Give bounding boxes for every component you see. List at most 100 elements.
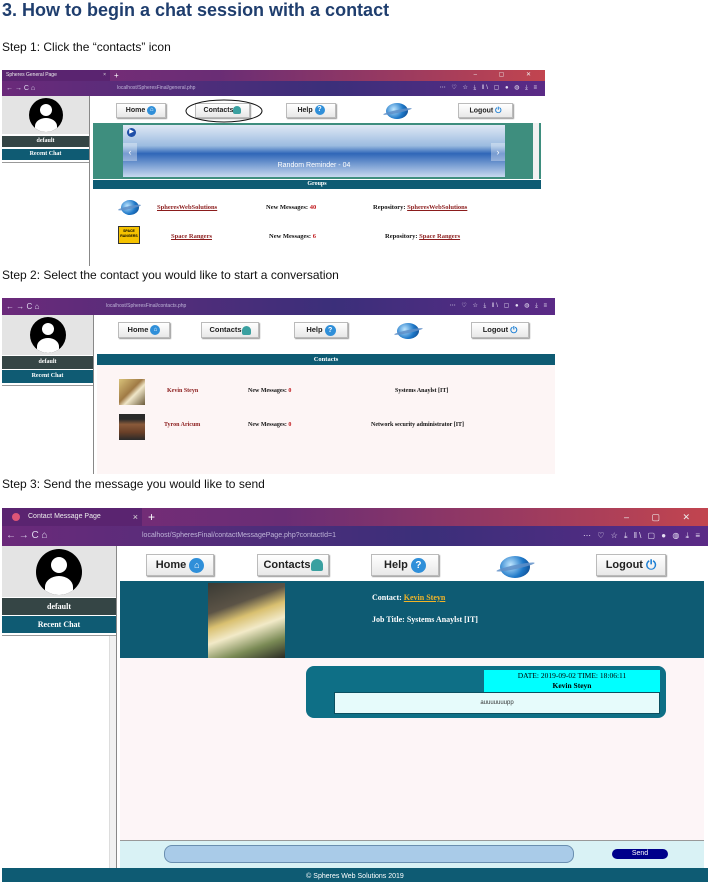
step-1-text: Step 1: Click the “contacts” icon	[2, 40, 171, 54]
address-bar[interactable]: localhost/SpheresFinal/general.php	[117, 81, 367, 96]
home-icon: ⌂	[147, 105, 157, 115]
contact-label-row: Contact: Kevin Steyn	[372, 593, 446, 602]
contact-job-title: Job Title: Systems Anaylst [IT]	[372, 615, 478, 624]
banner-image: ▶ ‹ › Random Reminder - 04	[123, 125, 505, 177]
screenshot-general-page: Spheres General Page × + – ▢ ✕ ← → C ⌂ l…	[2, 70, 545, 266]
browser-nav-buttons[interactable]: ← → C ⌂	[6, 526, 48, 546]
new-tab-icon[interactable]: +	[148, 508, 155, 526]
logout-button[interactable]: Logout ⏻	[471, 322, 529, 338]
address-bar[interactable]: localhost/SpheresFinal/contacts.php	[106, 298, 366, 315]
browser-nav-buttons[interactable]: ← → C ⌂	[6, 298, 39, 315]
profile-avatar-box	[2, 546, 116, 597]
contact-job-title: Network security administrator [IT]	[371, 422, 465, 428]
browser-toolbar-icons[interactable]: ⋯ ♡ ☆ ⤓ ‖\ ▢ ● ◍ ⤓ ≡	[450, 298, 549, 315]
window-controls[interactable]: – ▢ ✕	[624, 508, 700, 526]
contacts-header: Contacts	[97, 354, 555, 365]
repository-link[interactable]: Space Rangers	[419, 233, 460, 240]
spheres-logo-icon	[500, 556, 530, 578]
tab-favicon-icon	[12, 513, 20, 521]
banner-scrollbar[interactable]	[533, 123, 539, 179]
default-button[interactable]: default	[2, 356, 93, 369]
group-name-link[interactable]: SpheresWebSolutions	[157, 204, 217, 211]
default-button[interactable]: default	[2, 136, 89, 147]
avatar	[36, 548, 82, 595]
message-input[interactable]	[164, 845, 574, 863]
home-button[interactable]: Home ⌂	[146, 554, 214, 576]
group-sphere-icon	[121, 200, 139, 215]
home-button[interactable]: Home ⌂	[116, 103, 166, 118]
help-button[interactable]: Help ?	[294, 322, 348, 338]
group-row: SpheresWebSolutions	[157, 204, 217, 211]
compose-bar: Send	[120, 840, 704, 868]
browser-nav-bar: ← → C ⌂ localhost/SpheresFinal/general.p…	[2, 81, 545, 96]
contact-info-panel: Contact: Kevin Steyn Job Title: Systems …	[120, 581, 704, 658]
group-new-messages: New Messages: 40	[266, 204, 317, 211]
new-tab-icon[interactable]: +	[114, 70, 119, 81]
page-footer: © Spheres Web Solutions 2019	[2, 868, 708, 882]
window-controls[interactable]: – ▢ ✕	[474, 70, 541, 81]
recent-chat-list	[2, 162, 89, 266]
home-icon: ⌂	[150, 325, 161, 336]
group-repository: Repository: Space Rangers	[385, 233, 461, 240]
carousel-next-icon[interactable]: ›	[491, 143, 505, 161]
logout-button[interactable]: Logout ⏻	[458, 103, 513, 118]
help-button[interactable]: Help ?	[286, 103, 336, 118]
profile-avatar-box	[2, 96, 89, 134]
message-header: DATE: 2019-09-02 TIME: 18:06:11 Kevin St…	[484, 670, 660, 692]
help-icon: ?	[324, 324, 336, 336]
contact-name-link[interactable]: Kevin Steyn	[404, 593, 446, 602]
close-tab-icon[interactable]: ×	[133, 508, 138, 526]
contacts-icon	[310, 559, 323, 572]
address-bar[interactable]: localhost/SpheresFinal/contactMessagePag…	[142, 526, 442, 546]
help-icon: ?	[314, 105, 325, 116]
browser-toolbar-icons[interactable]: ⋯ ♡ ☆ ⤓ ‖\ ▢ ● ◍ ⤓ ≡	[440, 81, 539, 96]
screenshot-contact-message-page: Contact Message Page × + – ▢ ✕ ← → C ⌂ l…	[2, 508, 708, 882]
group-row: Space Rangers	[171, 233, 212, 240]
sidebar: default Recent Chat	[2, 96, 90, 266]
home-icon: ⌂	[189, 557, 205, 573]
section-heading: 3. How to begin a chat session with a co…	[2, 0, 390, 20]
browser-tab[interactable]: Spheres General Page ×	[2, 70, 110, 81]
play-icon[interactable]: ▶	[127, 128, 136, 137]
contact-photo	[208, 583, 285, 658]
home-button[interactable]: Home ⌂	[118, 322, 170, 338]
contacts-button[interactable]: Contacts	[201, 322, 259, 338]
browser-tab-bar: Contact Message Page × + – ▢ ✕	[2, 508, 708, 526]
message-date-time: DATE: 2019-09-02 TIME: 18:06:11	[517, 671, 627, 680]
message-body: auuuuuuupp	[334, 692, 660, 714]
contacts-highlight-circle	[185, 99, 263, 123]
banner-frame: ▶ ‹ › Random Reminder - 04	[93, 123, 541, 179]
help-button[interactable]: Help ?	[371, 554, 439, 576]
browser-tab[interactable]: Contact Message Page ×	[2, 508, 142, 526]
contact-name-link[interactable]: Kevin Steyn	[167, 388, 198, 394]
contact-name-link[interactable]: Tyron Aricum	[164, 422, 200, 428]
browser-nav-bar: ← → C ⌂ localhost/SpheresFinal/contactMe…	[2, 526, 708, 546]
power-icon: ⏻	[495, 106, 502, 115]
repository-link[interactable]: SpheresWebSolutions	[407, 204, 467, 211]
spheres-logo-icon	[397, 323, 419, 339]
browser-nav-bar: ← → C ⌂ localhost/SpheresFinal/contacts.…	[2, 298, 555, 315]
browser-toolbar-icons[interactable]: ⋯ ♡ ☆ ⤓ ‖\ ▢ ● ◍ ⤓ ≡	[583, 526, 702, 546]
browser-tab-bar: Spheres General Page × + – ▢ ✕	[2, 70, 545, 81]
profile-avatar-box	[2, 315, 93, 355]
contacts-button[interactable]: Contacts	[257, 554, 329, 576]
send-button[interactable]: Send	[612, 849, 668, 859]
recent-chat-list	[2, 635, 116, 868]
logout-button[interactable]: Logout ⏻	[596, 554, 666, 576]
browser-nav-buttons[interactable]: ← → C ⌂	[6, 81, 35, 96]
recent-chat-button[interactable]: Recent Chat	[2, 370, 93, 383]
recent-chat-button[interactable]: Recent Chat	[2, 616, 116, 633]
group-new-messages: New Messages: 6	[269, 233, 316, 240]
contacts-icon	[241, 325, 251, 335]
contact-new-messages: New Messages: 0	[248, 388, 292, 394]
recent-chat-button[interactable]: Recent Chat	[2, 149, 89, 160]
carousel-prev-icon[interactable]: ‹	[123, 143, 137, 161]
close-tab-icon[interactable]: ×	[103, 70, 106, 81]
avatar	[29, 317, 66, 353]
group-name-link[interactable]: Space Rangers	[171, 233, 212, 240]
default-button[interactable]: default	[2, 598, 116, 615]
sidebar-scrollbar[interactable]	[109, 636, 116, 868]
contact-new-messages: New Messages: 0	[248, 422, 292, 428]
contacts-list: Kevin Steyn New Messages: 0 Systems Anay…	[97, 365, 555, 474]
groups-header: Groups	[93, 180, 541, 189]
